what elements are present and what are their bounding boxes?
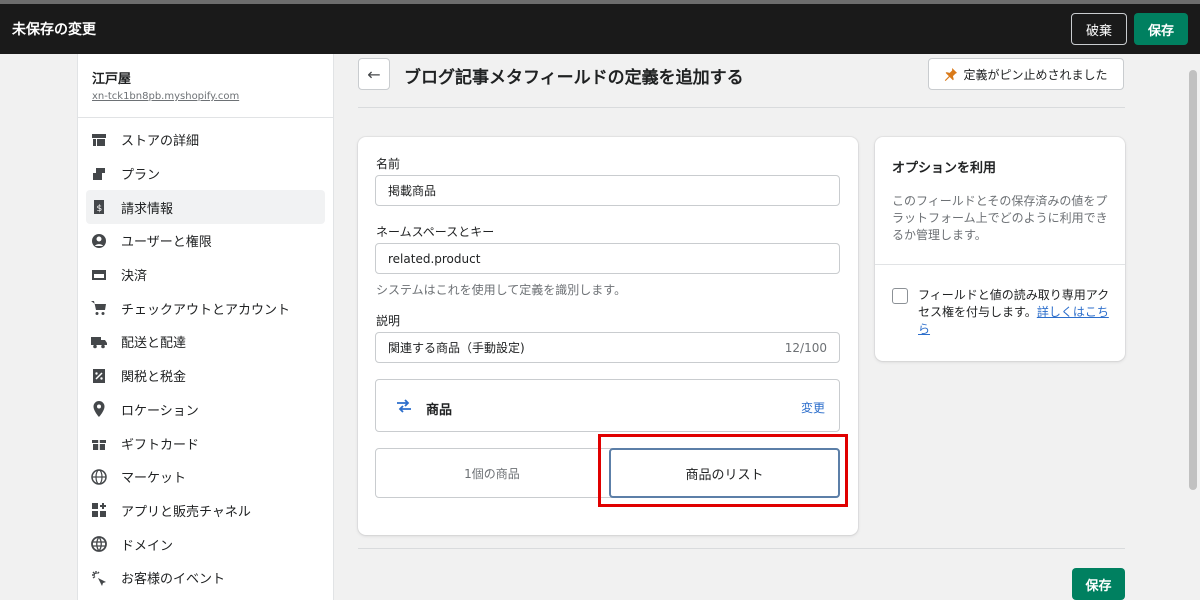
sidebar-item-label: ドメイン [121,538,174,554]
name-field[interactable]: 掲載商品 [375,175,840,206]
store-icon [91,132,107,148]
sidebar-item-label: 決済 [121,269,148,285]
payment-icon [91,267,107,283]
pin-button[interactable]: 定義がピン止めされました [928,58,1124,90]
namespace-field[interactable]: related.product [375,243,840,274]
sidebar-item-label: ギフトカード [121,437,200,453]
back-button[interactable]: ← [358,58,390,90]
pin-button-label: 定義がピン止めされました [963,67,1108,82]
sidebar-item-apps[interactable]: アプリと販売チャネル [86,494,325,528]
description-label: 説明 [376,314,401,328]
sidebar-item-label: 請求情報 [121,201,174,217]
save-button-top[interactable]: 保存 [1134,13,1188,45]
option-single-product[interactable]: 1個の商品 [376,449,608,497]
options-title: オプションを利用 [892,161,997,176]
sidebar-item-label: アプリと販売チャネル [121,504,251,520]
content-type-name: 商品 [426,403,453,418]
globe-icon [91,468,107,485]
sidebar-item-label: ロケーション [121,403,199,419]
sidebar-item-label: 関税と税金 [121,370,187,386]
name-value: 掲載商品 [388,184,437,198]
storefront-access-checkbox[interactable] [892,288,908,304]
highlight-annotation [598,434,848,507]
options-description: このフィールドとその保存済みの値をプラットフォーム上でどのように利用できるか管理… [892,194,1108,242]
sidebar-item-locations[interactable]: ロケーション [86,393,325,427]
name-label: 名前 [376,157,401,171]
save-button-bottom[interactable]: 保存 [1072,568,1125,600]
sidebar-item-payments[interactable]: 決済 [86,258,325,292]
description-value: 関連する商品（手動設定) [388,341,525,355]
location-icon [91,401,107,418]
sidebar-item-markets[interactable]: マーケット [86,460,325,494]
sidebar-item-shipping[interactable]: 配送と配達 [86,325,325,359]
truck-icon [91,334,107,350]
top-bar: 未保存の変更 破棄 保存 [0,0,1200,54]
sidebar-item-users[interactable]: ユーザーと権限 [86,224,325,258]
unsaved-changes-title: 未保存の変更 [12,22,96,38]
store-info[interactable]: 江戸屋 xn-tck1bn8pb.myshopify.com [78,54,333,118]
discard-button[interactable]: 破棄 [1071,13,1127,45]
sidebar-item-label: チェックアウトとアカウント [121,302,291,318]
change-type-link[interactable]: 変更 [801,399,825,416]
sidebar-item-domains[interactable]: ドメイン [86,527,325,561]
sidebar-item-billing[interactable]: $ 請求情報 [86,190,325,225]
character-count: 12/100 [784,340,827,355]
plan-icon [91,166,107,182]
sidebar-item-taxes[interactable]: 関税と税金 [86,359,325,393]
sidebar-item-label: ストアの詳細 [121,134,200,150]
sidebar-item-plan[interactable]: プラン [86,157,325,191]
store-name: 江戸屋 [92,72,132,87]
tax-icon [91,368,107,384]
namespace-value: related.product [388,251,481,266]
namespace-label: ネームスペースとキー [376,225,495,239]
events-icon [91,570,107,586]
page-scrollbar[interactable] [1186,54,1200,600]
cart-icon [91,300,107,316]
apps-icon [91,502,107,518]
divider [875,264,1125,265]
sidebar-item-label: プラン [121,168,161,184]
store-domain[interactable]: xn-tck1bn8pb.myshopify.com [92,91,333,102]
sidebar-item-label: お客様のイベント [121,572,226,588]
sidebar-item-label: ユーザーと権限 [121,235,212,251]
sidebar-item-label: マーケット [121,471,187,487]
sidebar-item-label: 配送と配達 [121,336,187,352]
description-field[interactable]: 関連する商品（手動設定) 12/100 [375,332,840,363]
gift-icon [91,435,107,451]
sidebar-item-customer-events[interactable]: お客様のイベント [86,561,325,595]
swap-arrows-icon [397,399,411,413]
svg-text:$: $ [97,204,103,214]
scrollbar-thumb[interactable] [1189,70,1197,490]
content-type-selector: 商品 変更 [375,379,840,432]
options-card: オプションを利用 このフィールドとその保存済みの値をプラットフォーム上でどのよう… [875,137,1125,361]
pin-icon [945,67,958,81]
arrow-left-icon: ← [367,64,381,84]
billing-icon: $ [91,199,107,215]
sidebar-item-store-details[interactable]: ストアの詳細 [86,123,325,157]
settings-sidebar: 江戸屋 xn-tck1bn8pb.myshopify.com ストアの詳細 プラ… [77,54,334,600]
footer-divider [358,548,1125,549]
domain-icon [91,536,107,552]
sidebar-item-checkout[interactable]: チェックアウトとアカウント [86,291,325,325]
storefront-access-label: フィールドと値の読み取り専用アクセス権を付与します。詳しくはこちら [918,287,1113,338]
page-title: ブログ記事メタフィールドの定義を追加する [404,68,744,88]
page-header: ← ブログ記事メタフィールドの定義を追加する 定義がピン止めされました [358,58,1125,108]
namespace-help-text: システムはこれを使用して定義を識別します。 [376,283,627,297]
sidebar-item-gift-cards[interactable]: ギフトカード [86,426,325,460]
user-icon [91,233,107,249]
settings-nav: ストアの詳細 プラン $ 請求情報 ユーザーと権限 決済 チェックアウトとアカウン… [78,118,333,595]
